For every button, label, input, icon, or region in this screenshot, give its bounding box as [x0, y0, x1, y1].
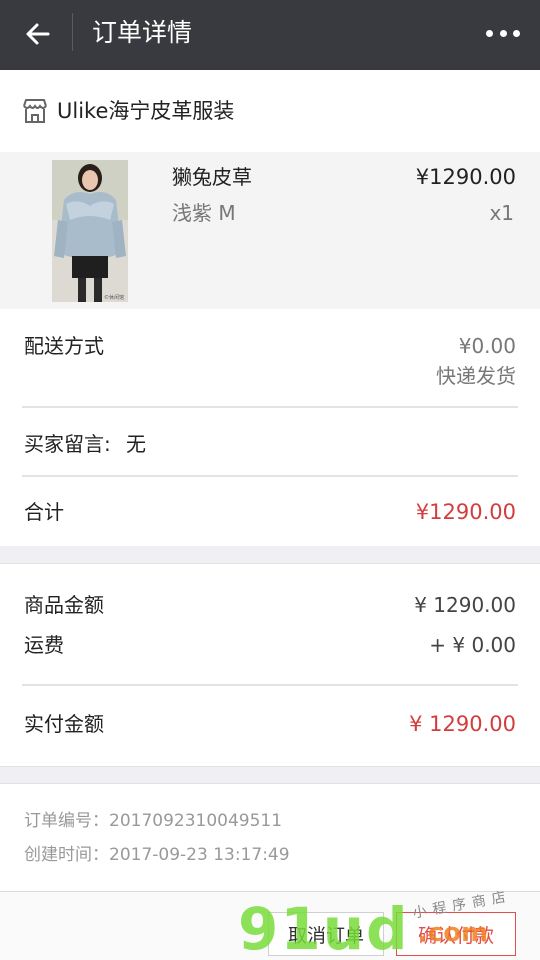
- more-dots-icon: [486, 29, 493, 37]
- product-spec: 浅紫 M: [172, 201, 236, 225]
- product-quantity: x1: [489, 201, 514, 225]
- total-value: ¥1290.00: [415, 500, 516, 524]
- total-label: 合计: [24, 500, 64, 524]
- buyer-message-value: 无: [126, 432, 146, 456]
- action-bar: 取消订单 确认付款 91ud .com 小程序商店: [0, 888, 540, 960]
- back-button[interactable]: [18, 14, 58, 54]
- more-button[interactable]: [486, 22, 520, 44]
- nav-header: 订单详情: [0, 0, 540, 70]
- header-divider: [72, 13, 73, 51]
- paid-amount-label: 实付金额: [24, 712, 104, 736]
- shop-icon: [23, 99, 47, 123]
- cancel-order-button[interactable]: 取消订单: [268, 912, 384, 956]
- divider: [22, 406, 518, 408]
- product-price: ¥1290.00: [415, 165, 516, 189]
- delivery-label: 配送方式: [24, 334, 104, 358]
- goods-amount-value: ¥ 1290.00: [414, 593, 516, 617]
- product-thumbnail: ©休闲馆: [52, 160, 128, 302]
- order-number: 订单编号：2017092310049511: [24, 811, 283, 831]
- goods-amount-label: 商品金额: [24, 593, 104, 617]
- page-title: 订单详情: [92, 18, 193, 47]
- image-watermark: ©休闲馆: [104, 294, 124, 301]
- shop-row[interactable]: Ulike海宁皮革服装: [0, 70, 540, 152]
- payment-summary: 商品金额 ¥ 1290.00 运费 + ¥ 0.00 实付金额 ¥ 1290.0…: [0, 563, 540, 767]
- product-item[interactable]: ©休闲馆 獭兔皮草 浅紫 M ¥1290.00 x1: [0, 152, 540, 309]
- divider: [22, 684, 518, 686]
- order-info-block: 配送方式 ¥0.00 快递发货 买家留言: 无 合计 ¥1290.00: [0, 309, 540, 546]
- shipping-value: + ¥ 0.00: [429, 633, 516, 657]
- delivery-method: 快递发货: [436, 364, 516, 388]
- divider: [22, 475, 518, 477]
- paid-amount-value: ¥ 1290.00: [409, 712, 516, 736]
- shop-name: Ulike海宁皮革服装: [57, 99, 235, 123]
- buyer-message-label: 买家留言:: [24, 432, 111, 456]
- back-arrow-icon: [26, 23, 50, 45]
- delivery-fee: ¥0.00: [458, 334, 516, 358]
- confirm-payment-button[interactable]: 确认付款: [396, 912, 516, 956]
- created-time: 创建时间：2017-09-23 13:17:49: [24, 845, 290, 865]
- product-name: 獭兔皮草: [172, 165, 252, 189]
- order-meta: 订单编号：2017092310049511 创建时间：2017-09-23 13…: [0, 783, 540, 891]
- shipping-label: 运费: [24, 633, 64, 657]
